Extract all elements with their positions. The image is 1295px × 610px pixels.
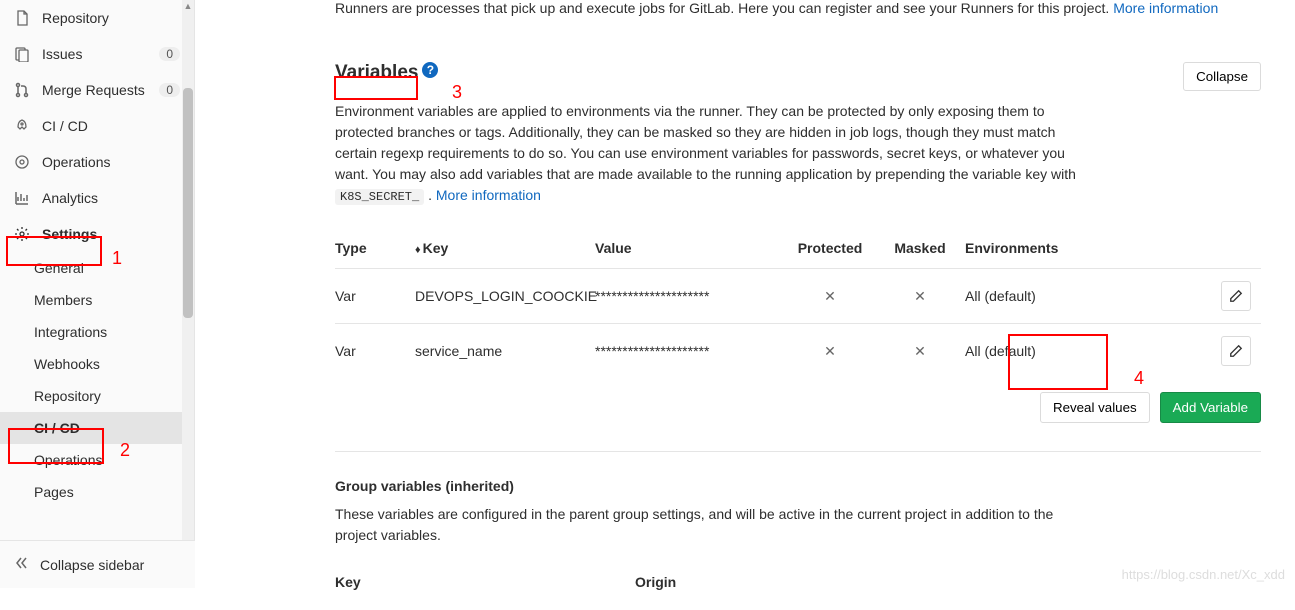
header-key[interactable]: ♦Key [415,240,595,256]
header-masked[interactable]: Masked [875,240,965,256]
variables-actions: Reveal values Add Variable [335,392,1261,423]
edit-variable-button[interactable] [1221,336,1251,366]
issues-icon [14,46,30,62]
watermark: https://blog.csdn.net/Xc_xdd [1122,567,1285,582]
gear-icon [14,226,30,242]
reveal-values-button[interactable]: Reveal values [1040,392,1150,423]
operations-icon [14,154,30,170]
code-snippet: K8S_SECRET_ [335,189,424,205]
sidebar-item-settings[interactable]: Settings [0,216,194,252]
header-type[interactable]: Type [335,240,415,256]
sidebar-sub-operations[interactable]: Operations [0,444,194,476]
sidebar-item-cicd[interactable]: CI / CD [0,108,194,144]
merge-icon [14,82,30,98]
sidebar-item-issues[interactable]: Issues 0 [0,36,194,72]
issues-badge: 0 [159,47,180,61]
mr-badge: 0 [159,83,180,97]
cell-type: Var [335,288,415,304]
cell-masked: ✕ [875,288,965,305]
sidebar-label: Analytics [42,190,98,206]
variables-description: Environment variables are applied to env… [335,101,1095,206]
cell-protected: ✕ [785,288,875,305]
sidebar-sub-webhooks[interactable]: Webhooks [0,348,194,380]
variables-title: Variables [335,62,418,84]
group-variables-title: Group variables (inherited) [335,478,1261,494]
sidebar-sub-general[interactable]: General [0,252,194,284]
rocket-icon [14,118,30,134]
sidebar: Repository Issues 0 Merge Requests 0 CI … [0,0,195,588]
collapse-section-button[interactable]: Collapse [1183,62,1261,91]
cell-key: DEVOPS_LOGIN_COOCKIE [415,288,595,304]
sidebar-item-repository[interactable]: Repository [0,0,194,36]
sidebar-label: CI / CD [42,118,88,134]
runners-description: Runners are processes that pick up and e… [335,0,1261,16]
divider [335,451,1261,452]
cell-env: All (default) [965,288,1085,304]
sidebar-scrollbar[interactable]: ▲ [182,0,194,588]
runners-more-link[interactable]: More information [1113,0,1218,16]
sidebar-item-merge-requests[interactable]: Merge Requests 0 [0,72,194,108]
analytics-icon [14,190,30,206]
sidebar-sub-repository[interactable]: Repository [0,380,194,412]
sidebar-sub-members[interactable]: Members [0,284,194,316]
collapse-label: Collapse sidebar [40,557,144,573]
table-row: Var service_name ********************* ✕… [335,323,1261,378]
add-variable-button[interactable]: Add Variable [1160,392,1261,423]
cell-value: ********************* [595,343,785,359]
sidebar-label: Issues [42,46,82,62]
sidebar-item-analytics[interactable]: Analytics [0,180,194,216]
sidebar-label: Operations [42,154,110,170]
table-header: Type ♦Key Value Protected Masked Environ… [335,228,1261,268]
sidebar-label: Merge Requests [42,82,145,98]
cell-key: service_name [415,343,595,359]
variables-section-header: Variables ? Collapse [335,62,1261,91]
cell-value: ********************* [595,288,785,304]
collapse-sidebar-button[interactable]: Collapse sidebar [0,540,195,588]
cell-protected: ✕ [785,343,875,360]
cell-env: All (default) [965,343,1085,359]
scroll-arrow-up-icon[interactable]: ▲ [182,0,194,12]
header-protected[interactable]: Protected [785,240,875,256]
collapse-icon [14,555,30,574]
sidebar-label: Repository [42,10,109,26]
header-env[interactable]: Environments [965,240,1085,256]
cell-type: Var [335,343,415,359]
sort-icon: ♦ [415,244,421,256]
sidebar-label: Settings [42,226,97,242]
scroll-thumb[interactable] [183,88,193,318]
variables-table: Type ♦Key Value Protected Masked Environ… [335,228,1261,378]
file-icon [14,10,30,26]
help-icon[interactable]: ? [422,62,438,78]
variables-more-link[interactable]: More information [436,187,541,203]
edit-variable-button[interactable] [1221,281,1251,311]
sidebar-item-operations[interactable]: Operations [0,144,194,180]
sidebar-sub-cicd[interactable]: CI / CD [0,412,194,444]
cell-masked: ✕ [875,343,965,360]
sidebar-sub-integrations[interactable]: Integrations [0,316,194,348]
header-value[interactable]: Value [595,240,785,256]
main-content: Runners are processes that pick up and e… [195,0,1295,610]
table-row: Var DEVOPS_LOGIN_COOCKIE ***************… [335,268,1261,323]
sidebar-sub-pages[interactable]: Pages [0,476,194,508]
group-variables-desc: These variables are configured in the pa… [335,504,1095,546]
